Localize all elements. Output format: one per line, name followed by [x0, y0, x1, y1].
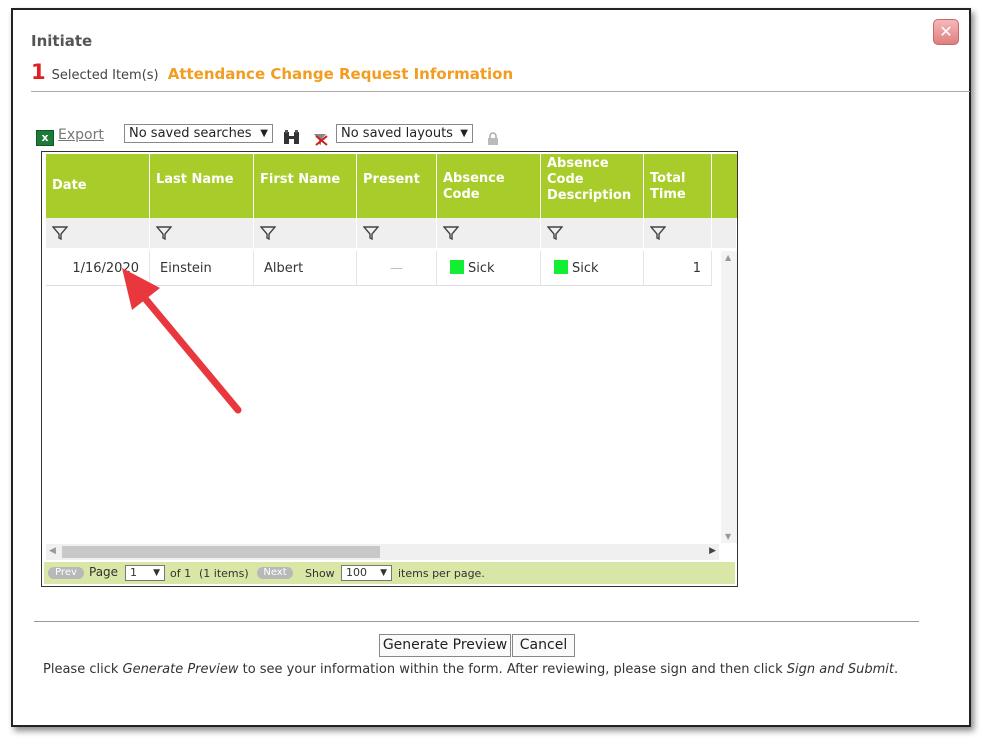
filter-icon [156, 226, 172, 241]
saved-layouts-value: No saved layouts [341, 126, 453, 141]
cell-absence-code[interactable]: Sick [437, 251, 541, 286]
saved-searches-value: No saved searches [129, 126, 252, 141]
instructions-part2: to see your information within the form.… [238, 662, 787, 677]
saved-searches-dropdown[interactable]: No saved searches ▼ [124, 124, 273, 143]
page-select-value: 1 [130, 566, 137, 579]
dropdown-arrow-icon: ▼ [460, 128, 468, 139]
filter-absence-code[interactable] [437, 218, 541, 248]
instructions-part1: Please click [43, 662, 123, 677]
filter-present[interactable] [357, 218, 437, 248]
cell-total-time[interactable]: 1 [644, 251, 712, 286]
column-header-total-time[interactable]: Total Time [644, 154, 711, 218]
filter-overflow [712, 218, 737, 248]
filter-icon [363, 226, 379, 241]
items-per-page-value: 100 [346, 566, 367, 579]
lock-icon[interactable] [487, 132, 499, 146]
vertical-scrollbar[interactable]: ▲ ▼ [721, 251, 737, 543]
selected-count: 1 [31, 60, 46, 84]
filter-icon [650, 226, 666, 241]
filter-last-name[interactable] [150, 218, 254, 248]
excel-icon[interactable]: x [36, 130, 54, 146]
absence-code-description-value: Sick [572, 261, 599, 276]
instructions-sign-and-submit: Sign and Submit [786, 662, 894, 677]
selected-label: Selected Item(s) [51, 68, 159, 83]
pager: Prev Page 1 ▼ of 1 (1 items) Next Show 10… [44, 562, 735, 584]
cell-present[interactable]: — [357, 251, 437, 286]
filter-icon [443, 226, 459, 241]
column-header-absence-code[interactable]: Absence Code [437, 154, 540, 218]
instructions-part3: . [893, 662, 899, 677]
cancel-button[interactable]: Cancel [512, 634, 575, 657]
prev-page-button[interactable]: Prev [48, 567, 84, 579]
annotation-arrow-icon [122, 268, 242, 414]
filter-total-time[interactable] [644, 218, 712, 248]
scroll-left-icon[interactable]: ◀ [49, 546, 56, 556]
selected-items-row: 1 Selected Item(s) Attendance Change Requ… [31, 60, 513, 86]
items-per-page-suffix: items per page. [398, 567, 485, 580]
generate-preview-button[interactable]: Generate Preview [379, 634, 511, 657]
binoculars-icon[interactable] [283, 129, 300, 146]
export-link[interactable]: Export [58, 127, 104, 143]
close-button[interactable]: ✕ [933, 19, 959, 45]
horizontal-scroll-thumb[interactable] [62, 546, 380, 558]
scroll-up-icon[interactable]: ▲ [725, 253, 731, 262]
cell-absence-code-description[interactable]: Sick [541, 251, 644, 286]
page-label: Page [89, 565, 119, 579]
column-header-present[interactable]: Present [357, 154, 436, 218]
filter-date[interactable] [46, 218, 150, 248]
dialog-title: Initiate [31, 32, 93, 50]
dropdown-arrow-icon: ▼ [380, 568, 387, 578]
instructions-text: Please click Generate Preview to see you… [43, 662, 898, 677]
column-header-overflow [712, 154, 737, 218]
show-label: Show [305, 567, 335, 580]
section-title: Attendance Change Request Information [167, 65, 514, 83]
divider [34, 621, 919, 622]
filter-icon [52, 226, 68, 241]
clear-filter-icon[interactable] [313, 131, 329, 147]
saved-layouts-dropdown[interactable]: No saved layouts ▼ [336, 124, 473, 143]
dropdown-arrow-icon: ▼ [153, 568, 160, 578]
cell-first-name[interactable]: Albert [254, 251, 357, 286]
scroll-right-icon[interactable]: ▶ [709, 546, 716, 556]
column-header-absence-code-description[interactable]: Absence Code Description [541, 154, 643, 218]
close-icon: ✕ [939, 22, 953, 41]
page-select[interactable]: 1 ▼ [125, 565, 165, 581]
items-count-text: (1 items) [199, 567, 249, 580]
divider [31, 91, 970, 92]
instructions-generate-preview: Generate Preview [122, 662, 239, 677]
status-color-swatch [450, 260, 464, 274]
column-header-date[interactable]: Date [46, 154, 149, 218]
page-of-text: of 1 [170, 567, 192, 580]
column-header-first-name[interactable]: First Name [254, 154, 356, 218]
dropdown-arrow-icon: ▼ [260, 128, 268, 139]
items-per-page-select[interactable]: 100 ▼ [341, 565, 392, 581]
filter-icon [547, 226, 563, 241]
filter-absence-code-description[interactable] [541, 218, 644, 248]
scroll-down-icon[interactable]: ▼ [725, 532, 731, 541]
next-page-button[interactable]: Next [257, 567, 293, 579]
absence-code-value: Sick [468, 261, 495, 276]
horizontal-scrollbar[interactable]: ◀ ▶ [46, 544, 719, 560]
filter-first-name[interactable] [254, 218, 357, 248]
column-header-last-name[interactable]: Last Name [150, 154, 253, 218]
filter-icon [260, 226, 276, 241]
status-color-swatch [554, 260, 568, 274]
